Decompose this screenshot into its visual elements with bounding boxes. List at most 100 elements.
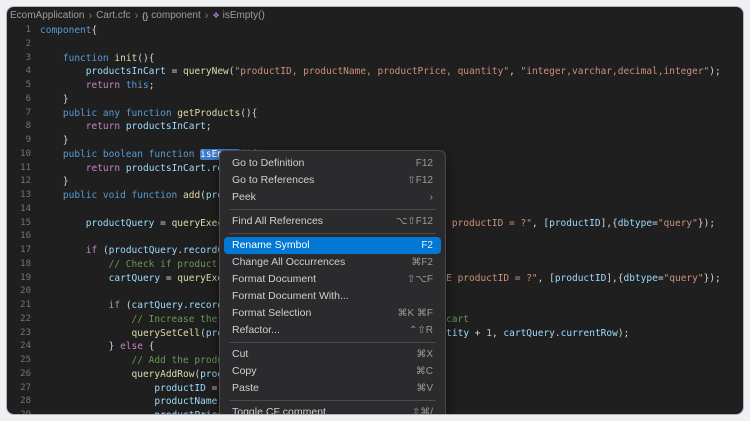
line-number: 12 bbox=[7, 175, 40, 189]
code-text: return this; bbox=[40, 79, 154, 93]
line-number: 11 bbox=[7, 162, 40, 176]
code-line[interactable]: 8 return productsInCart; bbox=[7, 120, 743, 134]
code-text: component{ bbox=[40, 24, 97, 38]
menu-item-shortcut: F12 bbox=[416, 155, 433, 172]
code-line[interactable]: 1component{ bbox=[7, 24, 743, 38]
submenu-chevron-icon: › bbox=[430, 189, 433, 206]
menu-item-format-document-with[interactable]: Format Document With... bbox=[224, 288, 441, 305]
line-number: 10 bbox=[7, 148, 40, 162]
breadcrumb-item-isempty[interactable]: ❖ isEmpty() bbox=[212, 10, 264, 21]
breadcrumb: EcomApplication›Cart.cfc›{}component›❖is… bbox=[7, 7, 743, 24]
line-number: 17 bbox=[7, 244, 40, 258]
menu-item-format-selection[interactable]: Format Selection ⌘K ⌘F bbox=[224, 305, 441, 322]
editor-window: EcomApplication›Cart.cfc›{}component›❖is… bbox=[7, 7, 743, 414]
line-number: 13 bbox=[7, 189, 40, 203]
line-number: 29 bbox=[7, 409, 40, 414]
menu-separator bbox=[229, 342, 436, 343]
menu-item-rename-symbol[interactable]: Rename Symbol F2 bbox=[224, 237, 441, 254]
breadcrumb-item-cart-cfc[interactable]: Cart.cfc bbox=[96, 10, 130, 21]
symbol-method-icon: ❖ bbox=[212, 11, 219, 20]
menu-item-paste[interactable]: Paste⌘V bbox=[224, 380, 441, 397]
line-number: 8 bbox=[7, 120, 40, 134]
code-line[interactable]: 9 } bbox=[7, 134, 743, 148]
menu-item-shortcut: F2 bbox=[421, 237, 433, 254]
line-number: 28 bbox=[7, 395, 40, 409]
line-number: 14 bbox=[7, 203, 40, 217]
line-number: 1 bbox=[7, 24, 40, 38]
menu-item-label: Change All Occurrences bbox=[232, 254, 345, 271]
context-menu: Go to DefinitionF12Go to References⇧F12P… bbox=[219, 150, 446, 414]
menu-item-go-to-definition[interactable]: Go to Definition F12 bbox=[224, 155, 441, 172]
code-line[interactable]: 6 } bbox=[7, 93, 743, 107]
line-number: 26 bbox=[7, 368, 40, 382]
breadcrumb-item-component[interactable]: {}component bbox=[142, 10, 201, 21]
menu-item-label: Format Document bbox=[232, 271, 316, 288]
code-text: productsInCart = queryNew("productID, pr… bbox=[40, 65, 721, 79]
line-number: 23 bbox=[7, 327, 40, 341]
code-line[interactable]: 3 function init(){ bbox=[7, 52, 743, 66]
menu-separator bbox=[229, 209, 436, 210]
menu-item-shortcut: ⌘X bbox=[416, 346, 433, 363]
menu-separator bbox=[229, 233, 436, 234]
line-number: 18 bbox=[7, 258, 40, 272]
line-number: 25 bbox=[7, 354, 40, 368]
menu-item-label: Peek bbox=[232, 189, 256, 206]
line-number: 7 bbox=[7, 107, 40, 121]
menu-item-shortcut: ⇧F12 bbox=[407, 172, 433, 189]
menu-item-shortcut: ⌃⇧R bbox=[409, 322, 433, 339]
menu-item-shortcut: ⇧⌘/ bbox=[412, 404, 433, 414]
line-number: 5 bbox=[7, 79, 40, 93]
breadcrumb-label: isEmpty() bbox=[223, 10, 265, 21]
symbol-namespace-icon: {} bbox=[142, 11, 148, 21]
code-text: } bbox=[40, 175, 69, 189]
menu-item-label: Find All References bbox=[232, 213, 323, 230]
menu-item-cut[interactable]: Cut ⌘X bbox=[224, 346, 441, 363]
menu-item-label: Refactor... bbox=[232, 322, 280, 339]
code-text: public any function getProducts(){ bbox=[40, 107, 257, 121]
line-number: 2 bbox=[7, 38, 40, 52]
breadcrumb-label: EcomApplication bbox=[10, 10, 84, 21]
menu-item-label: Format Document With... bbox=[232, 288, 349, 305]
code-text: } bbox=[40, 93, 69, 107]
breadcrumb-item-ecomapplication[interactable]: EcomApplication bbox=[10, 10, 84, 21]
breadcrumb-separator-icon: › bbox=[205, 11, 209, 21]
code-line[interactable]: 2 bbox=[7, 38, 743, 52]
code-line[interactable]: 7 public any function getProducts(){ bbox=[7, 107, 743, 121]
line-number: 6 bbox=[7, 93, 40, 107]
code-line[interactable]: 4 productsInCart = queryNew("productID, … bbox=[7, 65, 743, 79]
menu-item-format-document[interactable]: Format Document ⇧⌥F bbox=[224, 271, 441, 288]
menu-item-label: Rename Symbol bbox=[232, 237, 310, 254]
menu-item-label: Go to Definition bbox=[232, 155, 304, 172]
line-number: 22 bbox=[7, 313, 40, 327]
menu-item-shortcut: ⌘V bbox=[416, 380, 433, 397]
menu-item-refactor[interactable]: Refactor... ⌃⇧R bbox=[224, 322, 441, 339]
line-number: 27 bbox=[7, 382, 40, 396]
code-line[interactable]: 5 return this; bbox=[7, 79, 743, 93]
menu-item-peek[interactable]: Peek › bbox=[224, 189, 441, 206]
line-number: 20 bbox=[7, 285, 40, 299]
breadcrumb-separator-icon: › bbox=[88, 11, 92, 21]
menu-item-go-to-references[interactable]: Go to References⇧F12 bbox=[224, 172, 441, 189]
menu-item-label: Toggle CF comment bbox=[232, 404, 326, 414]
menu-item-toggle-cf-comment[interactable]: Toggle CF comment ⇧⌘/ bbox=[224, 404, 441, 414]
code-text: } else { bbox=[40, 340, 154, 354]
menu-item-change-all-occurrences[interactable]: Change All Occurrences ⌘F2 bbox=[224, 254, 441, 271]
line-number: 24 bbox=[7, 340, 40, 354]
code-text: function init(){ bbox=[40, 52, 154, 66]
code-text: } bbox=[40, 134, 69, 148]
breadcrumb-separator-icon: › bbox=[135, 11, 139, 21]
menu-item-label: Format Selection bbox=[232, 305, 311, 322]
menu-separator bbox=[229, 400, 436, 401]
menu-item-label: Cut bbox=[232, 346, 248, 363]
menu-item-shortcut: ⌘F2 bbox=[411, 254, 433, 271]
line-number: 4 bbox=[7, 65, 40, 79]
menu-item-shortcut: ⌥⇧F12 bbox=[396, 213, 433, 230]
menu-item-find-all-references[interactable]: Find All References ⌥⇧F12 bbox=[224, 213, 441, 230]
menu-item-label: Copy bbox=[232, 363, 257, 380]
menu-item-shortcut: ⌘K ⌘F bbox=[397, 305, 433, 322]
menu-item-shortcut: ⇧⌥F bbox=[407, 271, 433, 288]
line-number: 19 bbox=[7, 272, 40, 286]
screenshot-frame: EcomApplication›Cart.cfc›{}component›❖is… bbox=[0, 0, 750, 421]
menu-item-copy[interactable]: Copy⌘C bbox=[224, 363, 441, 380]
breadcrumb-label: component bbox=[151, 10, 200, 21]
